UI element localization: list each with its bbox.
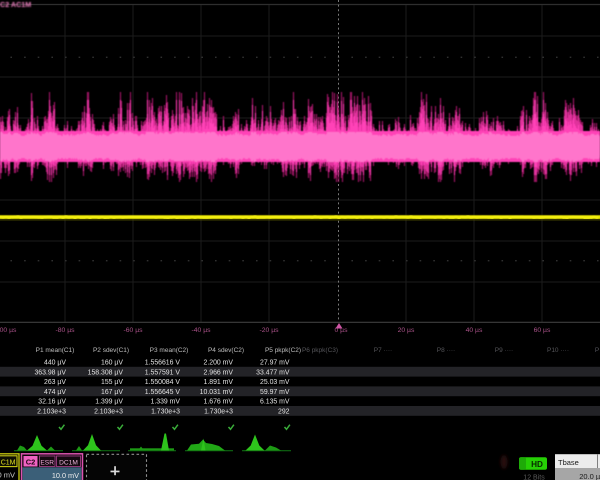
svg-text:10.031 mV: 10.031 mV: [200, 389, 234, 396]
svg-text:P8 ····: P8 ····: [437, 347, 455, 354]
svg-text:363.98 µV: 363.98 µV: [34, 369, 66, 376]
svg-text:2.103e+3: 2.103e+3: [94, 409, 123, 416]
svg-text:P2 sdev(C1): P2 sdev(C1): [93, 347, 129, 354]
svg-text:1.676 mV: 1.676 mV: [204, 399, 234, 406]
svg-text:6.135 mV: 6.135 mV: [260, 399, 290, 406]
svg-text:-20 µs: -20 µs: [259, 327, 279, 334]
svg-text:2.103e+3: 2.103e+3: [37, 409, 66, 416]
svg-text:2.966 mV: 2.966 mV: [204, 369, 234, 376]
svg-text:P6 pkpk(C3): P6 pkpk(C3): [302, 347, 338, 354]
svg-text:1.339 mV: 1.339 mV: [151, 399, 181, 406]
svg-text:-100 µs: -100 µs: [0, 327, 17, 334]
svg-text:C1M: C1M: [1, 460, 16, 467]
svg-text:ESR: ESR: [40, 459, 54, 466]
svg-text:C2 AC1M: C2 AC1M: [0, 0, 31, 9]
svg-text:1.730e+3: 1.730e+3: [204, 409, 233, 416]
svg-text:P1 mean(C1): P1 mean(C1): [36, 347, 75, 354]
svg-text:167 µV: 167 µV: [101, 389, 123, 396]
svg-text:10.0 mV: 10.0 mV: [52, 471, 79, 480]
svg-text:C2: C2: [26, 458, 36, 467]
svg-text:1.399 µV: 1.399 µV: [95, 399, 123, 406]
svg-text:1.556616 V: 1.556616 V: [145, 360, 181, 367]
svg-text:1.891 mV: 1.891 mV: [204, 379, 234, 386]
svg-text:292: 292: [278, 409, 290, 416]
svg-text:40 µs: 40 µs: [466, 327, 483, 334]
svg-text:263 µV: 263 µV: [44, 379, 66, 386]
svg-text:Tbase: Tbase: [558, 458, 579, 467]
svg-text:1.550084 V: 1.550084 V: [145, 379, 181, 386]
svg-text:P3 mean(C2): P3 mean(C2): [150, 347, 189, 354]
svg-text:27.97 mV: 27.97 mV: [260, 360, 290, 367]
svg-text:1.557591 V: 1.557591 V: [145, 369, 181, 376]
svg-text:P9 ····: P9 ····: [495, 347, 513, 354]
svg-text:155 µV: 155 µV: [101, 379, 123, 386]
svg-text:HD: HD: [531, 460, 543, 469]
svg-text:60 µs: 60 µs: [534, 327, 551, 334]
svg-text:160 µV: 160 µV: [101, 360, 123, 367]
svg-text:-40 µs: -40 µs: [191, 327, 211, 334]
svg-text:474 µV: 474 µV: [44, 389, 66, 396]
svg-text:25.03 mV: 25.03 mV: [260, 379, 290, 386]
svg-text:20.0 µs: 20.0 µs: [579, 472, 600, 480]
svg-text:P7 ····: P7 ····: [374, 347, 392, 354]
svg-text:33.477 mV: 33.477 mV: [256, 369, 290, 376]
svg-text:-80 µs: -80 µs: [55, 327, 75, 334]
svg-text:158.308 µV: 158.308 µV: [88, 369, 124, 376]
svg-text:P: P: [595, 347, 599, 354]
svg-text:-60 µs: -60 µs: [123, 327, 143, 334]
svg-text:20 µs: 20 µs: [398, 327, 415, 334]
svg-text:12 Bits: 12 Bits: [523, 475, 545, 480]
svg-text:P4 sdev(C2): P4 sdev(C2): [208, 347, 244, 354]
svg-text:P10 ····: P10 ····: [547, 347, 569, 354]
svg-text:1.556645 V: 1.556645 V: [145, 389, 181, 396]
svg-text:2.200 mV: 2.200 mV: [204, 360, 234, 367]
svg-text:DC1M: DC1M: [59, 459, 78, 466]
svg-text:1.730e+3: 1.730e+3: [151, 409, 180, 416]
svg-text:59.97 mV: 59.97 mV: [260, 389, 290, 396]
svg-text:P5 pkpk(C2): P5 pkpk(C2): [265, 347, 301, 354]
svg-text:32.16 µV: 32.16 µV: [38, 399, 66, 406]
svg-text:440 µV: 440 µV: [44, 360, 66, 367]
svg-text:0 mV: 0 mV: [0, 471, 15, 480]
